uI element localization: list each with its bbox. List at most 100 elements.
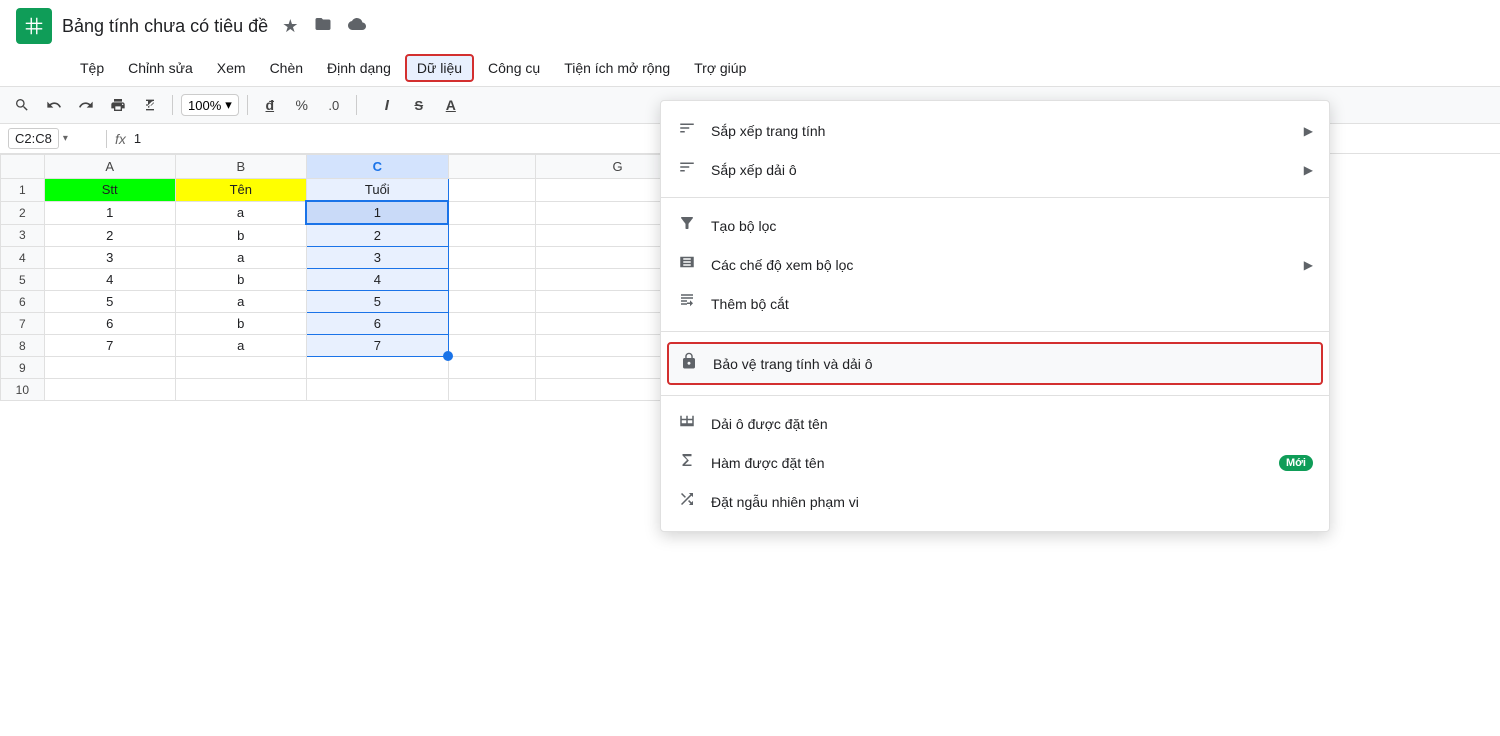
- cell-c5[interactable]: 4: [306, 269, 448, 291]
- cell-d9[interactable]: [448, 357, 535, 379]
- folder-icon[interactable]: [310, 13, 336, 40]
- menu-item-tao-bo-loc[interactable]: Tạo bộ lọc: [661, 206, 1329, 245]
- cloud-icon[interactable]: [344, 13, 370, 40]
- col-header-c[interactable]: C: [306, 155, 448, 179]
- cell-a8[interactable]: 7: [44, 335, 175, 357]
- cell-d2[interactable]: [448, 201, 535, 224]
- cell-b3[interactable]: b: [175, 224, 306, 247]
- cell-c3[interactable]: 2: [306, 224, 448, 247]
- cell-b8[interactable]: a: [175, 335, 306, 357]
- cell-b4[interactable]: a: [175, 247, 306, 269]
- row-num-2: 2: [1, 201, 45, 224]
- menu-item-dat-ngau-nhien[interactable]: Đặt ngẫu nhiên phạm vi: [661, 482, 1329, 521]
- cell-a4[interactable]: 3: [44, 247, 175, 269]
- cell-c2[interactable]: 1: [306, 201, 448, 224]
- cell-a1[interactable]: Stt: [44, 179, 175, 202]
- underline-a-button[interactable]: A: [437, 91, 465, 119]
- menu-chen[interactable]: Chèn: [260, 56, 313, 80]
- cell-d5[interactable]: [448, 269, 535, 291]
- redo-button[interactable]: [72, 91, 100, 119]
- menu-item-ham-dat-ten[interactable]: Hàm được đặt tên Mới: [661, 443, 1329, 482]
- sap-xep-trang-tinh-arrow: ▶: [1304, 124, 1313, 138]
- data-dropdown-menu: Sắp xếp trang tính ▶ Sắp xếp dải ô ▶ Tạo…: [660, 100, 1330, 532]
- cell-c4[interactable]: 3: [306, 247, 448, 269]
- menu-item-them-bo-cat[interactable]: Thêm bộ cắt: [661, 284, 1329, 323]
- lock-icon: [679, 352, 699, 375]
- cell-ref-box: C2:C8 ▾: [8, 128, 98, 149]
- cell-a3[interactable]: 2: [44, 224, 175, 247]
- menu-tien-ich[interactable]: Tiện ích mở rộng: [554, 56, 680, 80]
- cell-a9[interactable]: [44, 357, 175, 379]
- menu-section-protect: Bảo vệ trang tính và dải ô: [661, 336, 1329, 391]
- print-button[interactable]: [104, 91, 132, 119]
- cell-b9[interactable]: [175, 357, 306, 379]
- cell-d3[interactable]: [448, 224, 535, 247]
- search-button[interactable]: [8, 91, 36, 119]
- menu-xem[interactable]: Xem: [207, 56, 256, 80]
- cell-reference[interactable]: C2:C8: [8, 128, 59, 149]
- cell-d8[interactable]: [448, 335, 535, 357]
- menu-du-lieu[interactable]: Dữ liệu: [405, 54, 474, 82]
- menu-item-cac-che-do[interactable]: Các chế độ xem bộ lọc ▶: [661, 245, 1329, 284]
- menu-chinh-sua[interactable]: Chỉnh sửa: [118, 56, 203, 80]
- row-num-3: 3: [1, 224, 45, 247]
- format-percent-button[interactable]: %: [288, 91, 316, 119]
- random-icon: [677, 490, 697, 513]
- cac-che-do-arrow: ▶: [1304, 258, 1313, 272]
- menu-item-dai-o-dat-ten[interactable]: Dải ô được đặt tên: [661, 404, 1329, 443]
- row-num-6: 6: [1, 291, 45, 313]
- toolbar-sep-3: [356, 95, 357, 115]
- cell-c7[interactable]: 6: [306, 313, 448, 335]
- cell-d10[interactable]: [448, 379, 535, 401]
- menu-tep[interactable]: Tệp: [70, 56, 114, 80]
- cell-a6[interactable]: 5: [44, 291, 175, 313]
- format-decimal-button[interactable]: .0: [320, 91, 348, 119]
- cell-b5[interactable]: b: [175, 269, 306, 291]
- divider-3: [661, 395, 1329, 396]
- formula-value[interactable]: 1: [134, 131, 141, 146]
- named-range-icon: [677, 412, 697, 435]
- italic-button[interactable]: I: [373, 91, 401, 119]
- cell-d1[interactable]: [448, 179, 535, 202]
- cell-b2[interactable]: a: [175, 201, 306, 224]
- cell-c10[interactable]: [306, 379, 448, 401]
- cell-d4[interactable]: [448, 247, 535, 269]
- cell-a2[interactable]: 1: [44, 201, 175, 224]
- row-num-1: 1: [1, 179, 45, 202]
- cell-ref-arrow[interactable]: ▾: [63, 133, 68, 144]
- star-icon[interactable]: ★: [278, 14, 302, 39]
- menu-cong-cu[interactable]: Công cụ: [478, 56, 550, 80]
- col-header-b[interactable]: B: [175, 155, 306, 179]
- cell-c1[interactable]: Tuổi: [306, 179, 448, 202]
- cell-d6[interactable]: [448, 291, 535, 313]
- dat-ngau-nhien-label: Đặt ngẫu nhiên phạm vi: [711, 494, 1313, 510]
- cell-b6[interactable]: a: [175, 291, 306, 313]
- menu-item-bao-ve[interactable]: Bảo vệ trang tính và dải ô: [667, 342, 1323, 385]
- dai-o-dat-ten-label: Dải ô được đặt tên: [711, 416, 1313, 432]
- cell-c6[interactable]: 5: [306, 291, 448, 313]
- cell-a10[interactable]: [44, 379, 175, 401]
- fx-label: fx: [115, 131, 126, 147]
- cell-b7[interactable]: b: [175, 313, 306, 335]
- toolbar-right: I S A: [373, 91, 465, 119]
- format-d-button[interactable]: đ: [256, 91, 284, 119]
- col-header-d[interactable]: [448, 155, 535, 179]
- cell-b10[interactable]: [175, 379, 306, 401]
- menu-tro-giup[interactable]: Trợ giúp: [684, 56, 756, 80]
- cell-d7[interactable]: [448, 313, 535, 335]
- menu-dinh-dang[interactable]: Định dạng: [317, 56, 401, 80]
- cell-b1[interactable]: Tên: [175, 179, 306, 202]
- ham-dat-ten-label: Hàm được đặt tên: [711, 455, 1265, 471]
- menu-item-sap-xep-dai-o[interactable]: Sắp xếp dải ô ▶: [661, 150, 1329, 189]
- cell-c8[interactable]: 7: [306, 335, 448, 357]
- paint-format-button[interactable]: [136, 91, 164, 119]
- strikethrough-button[interactable]: S: [405, 91, 433, 119]
- col-header-a[interactable]: A: [44, 155, 175, 179]
- undo-button[interactable]: [40, 91, 68, 119]
- menu-item-sap-xep-trang-tinh[interactable]: Sắp xếp trang tính ▶: [661, 111, 1329, 150]
- zoom-selector[interactable]: 100% ▾: [181, 94, 239, 116]
- cell-a7[interactable]: 6: [44, 313, 175, 335]
- cell-c9[interactable]: [306, 357, 448, 379]
- cell-a5[interactable]: 4: [44, 269, 175, 291]
- app-icon: [16, 8, 52, 44]
